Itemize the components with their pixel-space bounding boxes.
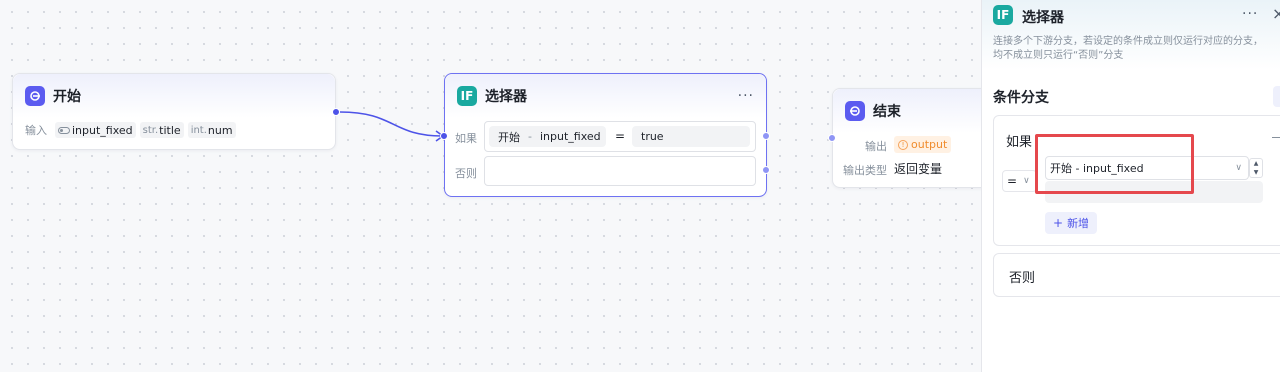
if-output-port[interactable] — [762, 132, 770, 140]
section-title: 条件分支 — [993, 90, 1049, 106]
condition-var: input_fixed — [539, 130, 601, 143]
input-label: 输入 — [25, 124, 47, 137]
edge-start-to-selector — [339, 111, 443, 137]
else-output-port[interactable] — [762, 166, 770, 174]
start-input-row: 输入 input_fixed str. title int. num — [25, 122, 236, 138]
start-node[interactable]: 开始 输入 input_fixed str. title int. num — [12, 73, 340, 150]
value-stepper[interactable]: ▲ ▼ — [1249, 158, 1263, 178]
condition-value: true — [641, 130, 664, 143]
else-branch-label: 否则 — [1009, 271, 1036, 286]
param-tag: str. title — [139, 122, 184, 138]
plus-icon: + — [1053, 216, 1064, 230]
start-node-header: 开始 — [13, 74, 335, 118]
condition-right-value: true — [632, 126, 750, 147]
else-label: 否则 — [455, 167, 477, 180]
panel-if-icon: IF — [993, 5, 1013, 25]
highlight-box — [1035, 134, 1194, 194]
condition-left-var: 开始 - input_fixed — [489, 126, 606, 147]
param-type: int. — [190, 124, 207, 136]
selector-node[interactable]: IF 选择器 ··· 如果 开始 - input_fixed = true 否则 — [440, 73, 770, 197]
start-node-title: 开始 — [53, 89, 81, 105]
param-tag: input_fixed — [55, 122, 136, 138]
panel-close-icon[interactable]: × — [1272, 4, 1280, 23]
if-branch-label: 如果 — [1006, 135, 1033, 150]
selector-node-title: 选择器 — [485, 89, 527, 105]
param-name: input_fixed — [72, 123, 133, 137]
info-icon: ! — [898, 139, 908, 150]
else-box[interactable] — [484, 156, 756, 186]
output-tag-text: output — [911, 138, 948, 151]
panel-desc-line1: 连接多个下游分支，若设定的条件成立则仅运行对应的分支， — [993, 36, 1263, 47]
selector-node-header: IF 选择器 ··· — [445, 74, 766, 118]
output-type-label: 输出类型 — [843, 164, 887, 177]
operator-select[interactable]: = ∨ — [1002, 170, 1037, 192]
operator-value: = — [1007, 174, 1018, 188]
start-output-port[interactable] — [332, 108, 340, 116]
condition-box[interactable]: 开始 - input_fixed = true — [484, 121, 756, 152]
condition-sep: - — [528, 130, 532, 143]
end-node-header: 结束 — [833, 89, 991, 133]
start-icon — [25, 86, 45, 106]
panel-title: 选择器 — [1022, 10, 1064, 26]
param-type: str. — [142, 124, 159, 136]
if-icon: IF — [457, 86, 477, 106]
panel-description: 连接多个下游分支，若设定的条件成立则仅运行对应的分支， 均不成立则只运行“否则”… — [993, 35, 1280, 63]
condition-operator: = — [615, 129, 626, 143]
panel-more-icon[interactable]: ··· — [1242, 6, 1258, 22]
param-name: title — [159, 123, 181, 137]
else-branch-section: 否则 — [993, 253, 1280, 297]
toggle-icon — [58, 126, 70, 134]
more-icon[interactable]: ··· — [738, 88, 754, 104]
output-type-value: 返回变量 — [894, 162, 943, 176]
chevron-down-icon: ∨ — [1023, 176, 1030, 186]
add-condition-button[interactable]: + 新增 — [1045, 212, 1098, 234]
selector-input-port[interactable] — [440, 132, 448, 140]
output-tag: ! output — [894, 136, 952, 153]
end-node[interactable]: 结束 输出 ! output 输出类型 返回变量 — [828, 88, 992, 188]
add-branch-button[interactable] — [1273, 86, 1280, 107]
param-name: num — [207, 123, 233, 137]
param-tag: int. num — [187, 122, 236, 138]
end-input-port[interactable] — [828, 134, 836, 142]
if-label: 如果 — [455, 132, 477, 145]
panel-desc-line2: 均不成立则只运行“否则”分支 — [993, 50, 1124, 61]
output-label: 输出 — [865, 140, 887, 153]
end-node-title: 结束 — [873, 104, 901, 120]
end-icon — [845, 101, 865, 121]
collapse-icon[interactable] — [1272, 137, 1280, 138]
chevron-down-icon: ∨ — [1235, 163, 1242, 173]
condition-source: 开始 — [498, 130, 520, 144]
add-condition-label: 新增 — [1067, 217, 1090, 230]
